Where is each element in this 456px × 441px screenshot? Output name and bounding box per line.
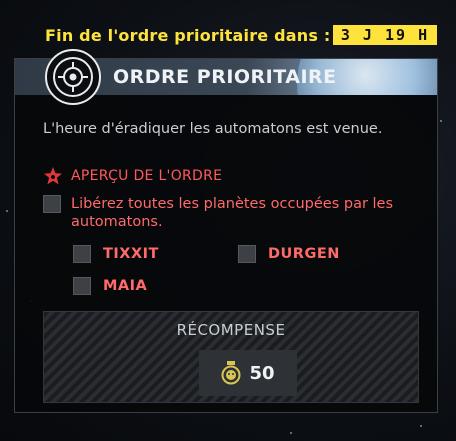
reward-label: RÉCOMPENSE <box>176 321 286 339</box>
objective-row: Libérez toutes les planètes occupées par… <box>43 195 423 231</box>
planet-objective-durgen: DURGEN <box>238 245 340 263</box>
planet-checkbox <box>238 245 256 263</box>
order-briefing: L'heure d'éradiquer les automatons est v… <box>43 121 383 137</box>
order-overview-heading: APERÇU DE L'ORDRE <box>43 166 222 186</box>
planet-name: TIXXIT <box>103 246 159 262</box>
planet-checkbox <box>73 245 91 263</box>
order-overview-label: APERÇU DE L'ORDRE <box>71 168 223 184</box>
planet-objective-tixxit: TIXXIT <box>73 245 159 263</box>
timer-label: Fin de l'ordre prioritaire dans : <box>45 26 331 45</box>
background-star <box>420 425 422 427</box>
target-emblem-icon <box>45 49 101 105</box>
objective-text: Libérez toutes les planètes occupées par… <box>71 196 394 230</box>
planet-name: MAIA <box>103 278 148 294</box>
reward-section: RÉCOMPENSE 50 <box>43 311 419 403</box>
panel-title: ORDRE PRIORITAIRE <box>113 66 337 88</box>
medal-icon <box>221 361 241 385</box>
objective-checkbox <box>43 195 61 213</box>
background-star <box>440 120 442 122</box>
background-star <box>6 210 8 212</box>
star-icon <box>44 167 62 185</box>
reward-amount: 50 <box>249 362 275 384</box>
planet-objective-maia: MAIA <box>73 277 147 295</box>
planet-name: DURGEN <box>268 246 340 262</box>
reward-box: 50 <box>199 350 297 396</box>
planet-checkbox <box>73 277 91 295</box>
order-timer: Fin de l'ordre prioritaire dans : 3 J 19… <box>0 22 456 50</box>
background-star <box>290 432 292 434</box>
timer-value: 3 J 19 H <box>333 25 437 45</box>
major-order-panel: ORDRE PRIORITAIRE L'heure d'éradiquer le… <box>14 49 438 413</box>
